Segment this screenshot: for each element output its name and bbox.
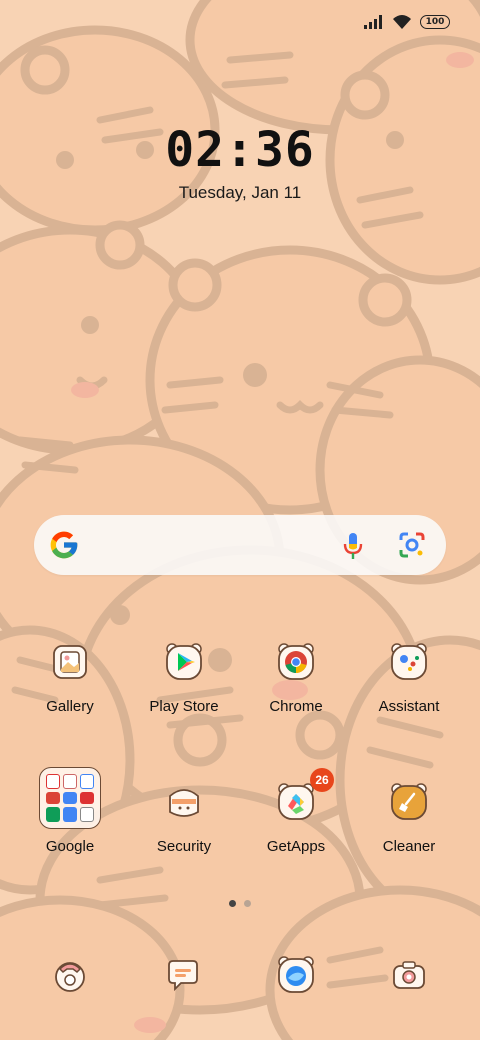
chrome-icon: [278, 643, 314, 680]
page-dot-active: [229, 900, 236, 907]
wifi-icon: [393, 15, 411, 29]
app-play-store[interactable]: Play Store: [134, 642, 234, 742]
app-chrome[interactable]: Chrome: [246, 642, 346, 742]
app-getapps[interactable]: 26 GetApps: [246, 768, 346, 882]
app-label: Play Store: [149, 698, 219, 715]
app-label: Assistant: [378, 698, 440, 715]
page-dot: [244, 900, 251, 907]
app-label: GetApps: [266, 838, 326, 855]
status-bar: 100: [364, 14, 450, 30]
battery-level: 100: [425, 16, 445, 27]
google-g-icon: [50, 531, 78, 559]
getapps-icon: [278, 783, 314, 820]
google-search-bar[interactable]: [34, 515, 446, 575]
signal-bars-icon: [364, 15, 382, 29]
browser-icon[interactable]: [276, 955, 316, 995]
app-security[interactable]: Security: [134, 782, 234, 882]
messages-icon[interactable]: [163, 955, 203, 995]
app-gallery[interactable]: Gallery: [20, 642, 120, 742]
cleaner-icon: [391, 783, 427, 820]
gallery-icon: [53, 645, 87, 679]
assistant-icon: [391, 643, 427, 680]
battery-indicator: 100: [420, 15, 450, 29]
app-assistant[interactable]: Assistant: [359, 642, 459, 742]
play-store-icon: [166, 643, 202, 680]
app-label: Cleaner: [382, 838, 436, 855]
camera-icon[interactable]: [389, 955, 429, 995]
app-google-folder-label: Google: [20, 782, 120, 882]
phone-icon[interactable]: [50, 955, 90, 995]
app-label: Chrome: [269, 698, 323, 715]
app-label: Gallery: [46, 698, 94, 715]
notification-badge: 26: [310, 768, 334, 792]
page-indicator: [0, 900, 480, 907]
app-label: Security: [156, 838, 212, 855]
microphone-icon[interactable]: [340, 531, 366, 561]
app-cleaner[interactable]: Cleaner: [359, 782, 459, 882]
clock-time[interactable]: 02:36: [0, 122, 480, 178]
security-icon: [169, 789, 199, 817]
camera-lens-icon[interactable]: [398, 531, 426, 559]
app-label: Google: [45, 838, 95, 855]
clock-date[interactable]: Tuesday, Jan 11: [0, 183, 480, 203]
